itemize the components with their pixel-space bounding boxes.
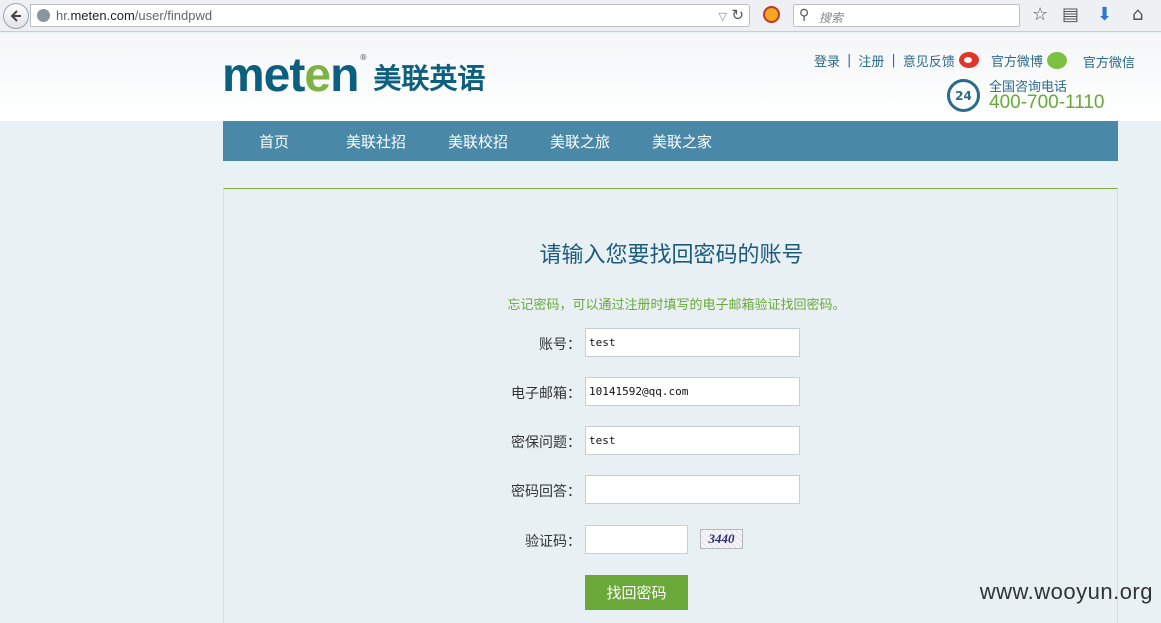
feedback-link[interactable]: 意见反馈 bbox=[903, 51, 955, 70]
download-icon[interactable]: ⬇ bbox=[1097, 5, 1112, 25]
email-label: 电子邮箱： bbox=[511, 386, 581, 402]
back-arrow-icon bbox=[10, 10, 21, 22]
security-answer-input[interactable] bbox=[585, 475, 800, 504]
register-link[interactable]: 注册 bbox=[858, 51, 884, 70]
site-header: meten ® 美联英语 登录 | 注册 | 意见反馈 官方微博 官方微信 24… bbox=[0, 33, 1161, 121]
login-link[interactable]: 登录 bbox=[814, 51, 840, 70]
account-row: 账号： test bbox=[224, 328, 1119, 358]
meten-logo[interactable]: meten ® 美联英语 bbox=[222, 49, 486, 102]
security-question-label: 密保问题： bbox=[511, 435, 581, 451]
wechat-icon[interactable] bbox=[1046, 51, 1067, 69]
wechat-link[interactable]: 官方微信 bbox=[1083, 52, 1135, 71]
dropdown-arrow-icon[interactable]: ▽ bbox=[719, 10, 727, 23]
main-nav: 首页 美联社招 美联校招 美联之旅 美联之家 bbox=[223, 121, 1118, 161]
page-title: 请输入您要找回密码的账号 bbox=[539, 243, 804, 268]
captcha-image[interactable]: 3440 bbox=[700, 529, 743, 549]
divider: | bbox=[891, 52, 896, 68]
email-input[interactable]: 10141592@qq.com bbox=[585, 377, 800, 406]
nav-item-home-family[interactable]: 美联之家 bbox=[631, 121, 733, 161]
top-links: 登录 | 注册 | 意见反馈 官方微博 官方微信 bbox=[814, 49, 1135, 71]
security-answer-label: 密码回答： bbox=[511, 484, 581, 500]
phone-24h-icon: 24 bbox=[947, 79, 980, 112]
logo-chinese-name: 美联英语 bbox=[373, 62, 486, 95]
phone-number: 400-700-1110 bbox=[989, 92, 1105, 113]
addon-icon[interactable] bbox=[763, 6, 780, 23]
nav-item-social-recruit[interactable]: 美联社招 bbox=[325, 121, 427, 161]
address-bar[interactable]: hr.meten.com/user/findpwd ▽ ↻ bbox=[30, 4, 750, 27]
weibo-icon[interactable] bbox=[958, 52, 979, 68]
answer-row: 密码回答： bbox=[224, 475, 1119, 505]
account-input[interactable]: test bbox=[585, 328, 800, 357]
find-password-panel: 请输入您要找回密码的账号 忘记密码，可以通过注册时填写的电子邮箱验证找回密码。 … bbox=[223, 188, 1118, 623]
security-question-input[interactable]: test bbox=[585, 426, 800, 455]
question-row: 密保问题： test bbox=[224, 426, 1119, 456]
watermark: www.wooyun.org bbox=[979, 579, 1153, 604]
page-subtitle: 忘记密码，可以通过注册时填写的电子邮箱验证找回密码。 bbox=[507, 298, 846, 313]
registered-mark: ® bbox=[359, 53, 368, 62]
url-text: hr.meten.com/user/findpwd bbox=[56, 8, 213, 23]
search-placeholder: 搜索 bbox=[819, 11, 844, 25]
nav-item-home[interactable]: 首页 bbox=[223, 121, 325, 161]
email-row: 电子邮箱： 10141592@qq.com bbox=[224, 377, 1119, 407]
nav-item-journey[interactable]: 美联之旅 bbox=[529, 121, 631, 161]
logo-wordmark: meten bbox=[222, 49, 359, 102]
back-button[interactable] bbox=[3, 3, 29, 29]
captcha-input[interactable] bbox=[585, 525, 688, 554]
search-icon: ⚲ bbox=[799, 7, 810, 23]
browser-search-input[interactable]: ⚲ 搜索 bbox=[793, 4, 1020, 27]
home-icon[interactable]: ⌂ bbox=[1132, 5, 1143, 25]
browser-toolbar: hr.meten.com/user/findpwd ▽ ↻ ⚲ 搜索 ☆ ▤ ⬇… bbox=[0, 0, 1161, 32]
captcha-label: 验证码： bbox=[525, 534, 581, 550]
account-label: 账号： bbox=[539, 337, 581, 353]
reading-list-icon[interactable]: ▤ bbox=[1062, 5, 1079, 25]
find-password-button[interactable]: 找回密码 bbox=[585, 575, 688, 610]
bookmark-star-icon[interactable]: ☆ bbox=[1032, 5, 1048, 25]
reload-icon[interactable]: ↻ bbox=[731, 6, 744, 24]
captcha-row: 验证码： 3440 bbox=[224, 525, 1119, 555]
globe-icon bbox=[37, 9, 50, 22]
nav-item-campus-recruit[interactable]: 美联校招 bbox=[427, 121, 529, 161]
weibo-link[interactable]: 官方微博 bbox=[991, 51, 1043, 70]
divider: | bbox=[847, 52, 852, 68]
